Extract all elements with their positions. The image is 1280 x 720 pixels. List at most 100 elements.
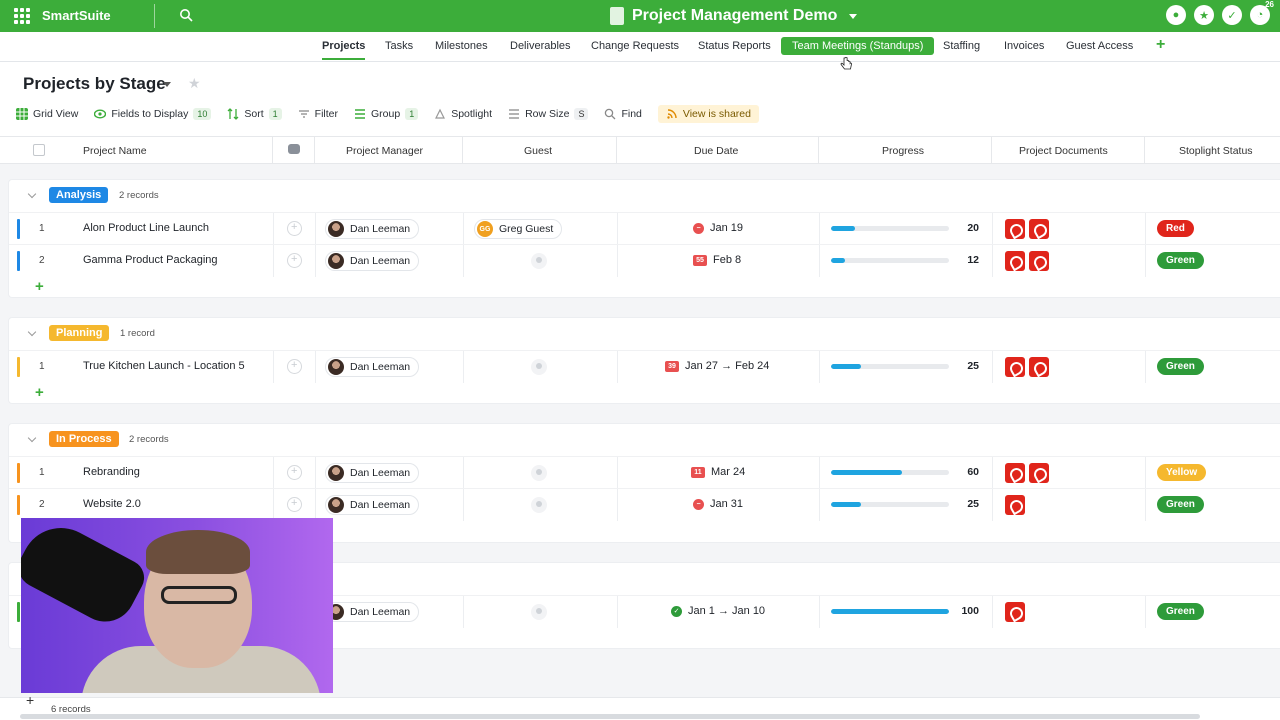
project-documents[interactable] — [1005, 463, 1049, 483]
col-stoplight-status[interactable]: Stoplight Status — [1179, 145, 1253, 157]
chevron-down-icon[interactable] — [27, 189, 37, 199]
manager-chip[interactable]: Dan Leeman — [325, 463, 420, 483]
empty-guest-icon[interactable] — [531, 497, 547, 513]
due-date[interactable]: ✓ Jan 1 → Jan 10 — [671, 605, 765, 617]
status-badge[interactable]: Green — [1157, 358, 1204, 375]
status-badge[interactable]: Green — [1157, 252, 1204, 269]
tab-guest-access[interactable]: Guest Access — [1066, 40, 1133, 52]
col-guest[interactable]: Guest — [524, 145, 552, 157]
table-row[interactable]: 1 True Kitchen Launch - Location 5 Dan L… — [9, 350, 1280, 383]
apps-grid-icon[interactable] — [14, 8, 30, 24]
horizontal-scrollbar[interactable] — [20, 714, 1200, 719]
manager-chip[interactable]: Dan Leeman — [325, 602, 420, 622]
due-date[interactable]: 11 Mar 24 — [691, 466, 745, 478]
pdf-icon[interactable] — [1029, 251, 1049, 271]
spotlight-button[interactable]: Spotlight — [434, 108, 492, 120]
tab-deliverables[interactable]: Deliverables — [510, 40, 571, 52]
status-badge[interactable]: Red — [1157, 220, 1194, 237]
workspace-title-dropdown[interactable]: Project Management Demo — [610, 5, 858, 27]
add-comment-icon[interactable] — [287, 465, 302, 480]
add-record-button[interactable]: + — [35, 278, 44, 295]
pdf-icon[interactable] — [1029, 463, 1049, 483]
check-icon[interactable]: ✓ — [1222, 5, 1242, 25]
status-badge[interactable]: Green — [1157, 496, 1204, 513]
pdf-icon[interactable] — [1005, 463, 1025, 483]
tab-change-requests[interactable]: Change Requests — [591, 40, 679, 52]
project-name[interactable]: Alon Product Line Launch — [83, 222, 209, 234]
empty-guest-icon[interactable] — [531, 465, 547, 481]
due-date[interactable]: 39 Jan 27 → Feb 24 — [665, 360, 769, 372]
grid-view-button[interactable]: Grid View — [16, 108, 78, 120]
add-record-button[interactable]: + — [26, 692, 34, 708]
find-button[interactable]: Find — [604, 108, 642, 120]
project-documents[interactable] — [1005, 602, 1025, 622]
manager-chip[interactable]: Dan Leeman — [325, 357, 420, 377]
add-table-button[interactable]: + — [1156, 36, 1165, 54]
pdf-icon[interactable] — [1029, 357, 1049, 377]
table-row[interactable]: 2 Gamma Product Packaging Dan Leeman 55 F… — [9, 244, 1280, 277]
tab-tasks[interactable]: Tasks — [385, 40, 413, 52]
filter-button[interactable]: Filter — [298, 108, 338, 120]
due-date[interactable]: 55 Feb 8 — [693, 254, 741, 266]
manager-chip[interactable]: Dan Leeman — [325, 251, 420, 271]
col-project-documents[interactable]: Project Documents — [1019, 145, 1108, 157]
group-button[interactable]: Group 1 — [354, 108, 419, 120]
search-icon[interactable] — [179, 8, 193, 22]
tab-projects[interactable]: Projects — [322, 40, 366, 60]
pdf-icon[interactable] — [1005, 219, 1025, 239]
col-project-manager[interactable]: Project Manager — [346, 145, 423, 157]
due-date[interactable]: − Jan 19 — [693, 222, 743, 234]
tab-status-reports[interactable]: Status Reports — [698, 40, 771, 52]
tab-milestones[interactable]: Milestones — [435, 40, 488, 52]
project-name[interactable]: True Kitchen Launch - Location 5 — [83, 360, 245, 372]
manager-chip[interactable]: Dan Leeman — [325, 495, 420, 515]
status-badge[interactable]: Green — [1157, 603, 1204, 620]
pdf-icon[interactable] — [1005, 357, 1025, 377]
favorite-star-icon[interactable]: ★ — [188, 75, 201, 92]
fields-to-display-button[interactable]: Fields to Display 10 — [94, 108, 212, 120]
guest-chip[interactable]: GG Greg Guest — [474, 219, 563, 239]
select-all-checkbox[interactable] — [33, 144, 45, 156]
chevron-down-icon[interactable] — [163, 82, 171, 87]
manager-chip[interactable]: Dan Leeman — [325, 219, 420, 239]
due-date[interactable]: − Jan 31 — [693, 498, 743, 510]
pdf-icon[interactable] — [1029, 219, 1049, 239]
project-name[interactable]: Gamma Product Packaging — [83, 254, 218, 266]
col-project-name[interactable]: Project Name — [83, 145, 147, 157]
sort-button[interactable]: Sort 1 — [227, 108, 282, 120]
empty-guest-icon[interactable] — [531, 359, 547, 375]
empty-guest-icon[interactable] — [531, 604, 547, 620]
project-name[interactable]: Website 2.0 — [83, 498, 141, 510]
team-icon[interactable]: ● — [1166, 5, 1186, 25]
tab-team-meetings[interactable]: Team Meetings (Standups) — [781, 37, 935, 55]
view-title[interactable]: Projects by Stage — [23, 74, 166, 94]
add-comment-icon[interactable] — [287, 497, 302, 512]
pdf-icon[interactable] — [1005, 602, 1025, 622]
empty-guest-icon[interactable] — [531, 253, 547, 269]
row-size-button[interactable]: Row Size S — [508, 108, 589, 120]
tab-invoices[interactable]: Invoices — [1004, 40, 1044, 52]
add-record-button[interactable]: + — [35, 384, 44, 401]
project-documents[interactable] — [1005, 251, 1049, 271]
tab-staffing[interactable]: Staffing — [943, 40, 980, 52]
pdf-icon[interactable] — [1005, 495, 1025, 515]
table-row[interactable]: 2 Website 2.0 Dan Leeman −Jan 31 25 Gree… — [9, 488, 1280, 521]
project-documents[interactable] — [1005, 219, 1049, 239]
pdf-icon[interactable] — [1005, 251, 1025, 271]
project-documents[interactable] — [1005, 495, 1025, 515]
brand-name[interactable]: SmartSuite — [42, 8, 111, 23]
view-shared-button[interactable]: View is shared — [657, 105, 759, 123]
project-documents[interactable] — [1005, 357, 1049, 377]
chevron-down-icon[interactable] — [27, 327, 37, 337]
table-row[interactable]: 1 Rebranding Dan Leeman 11 Mar 24 60 Yell… — [9, 456, 1280, 489]
add-comment-icon[interactable] — [287, 253, 302, 268]
project-name[interactable]: Rebranding — [83, 466, 140, 478]
add-comment-icon[interactable] — [287, 359, 302, 374]
table-row[interactable]: 1 Alon Product Line Launch Dan Leeman GG… — [9, 212, 1280, 245]
star-icon[interactable]: ★ — [1194, 5, 1214, 25]
notifications-icon[interactable]: ◔ 26 — [1250, 0, 1274, 25]
status-badge[interactable]: Yellow — [1157, 464, 1207, 481]
col-due-date[interactable]: Due Date — [694, 145, 738, 157]
chevron-down-icon[interactable] — [27, 433, 37, 443]
col-progress[interactable]: Progress — [882, 145, 924, 157]
